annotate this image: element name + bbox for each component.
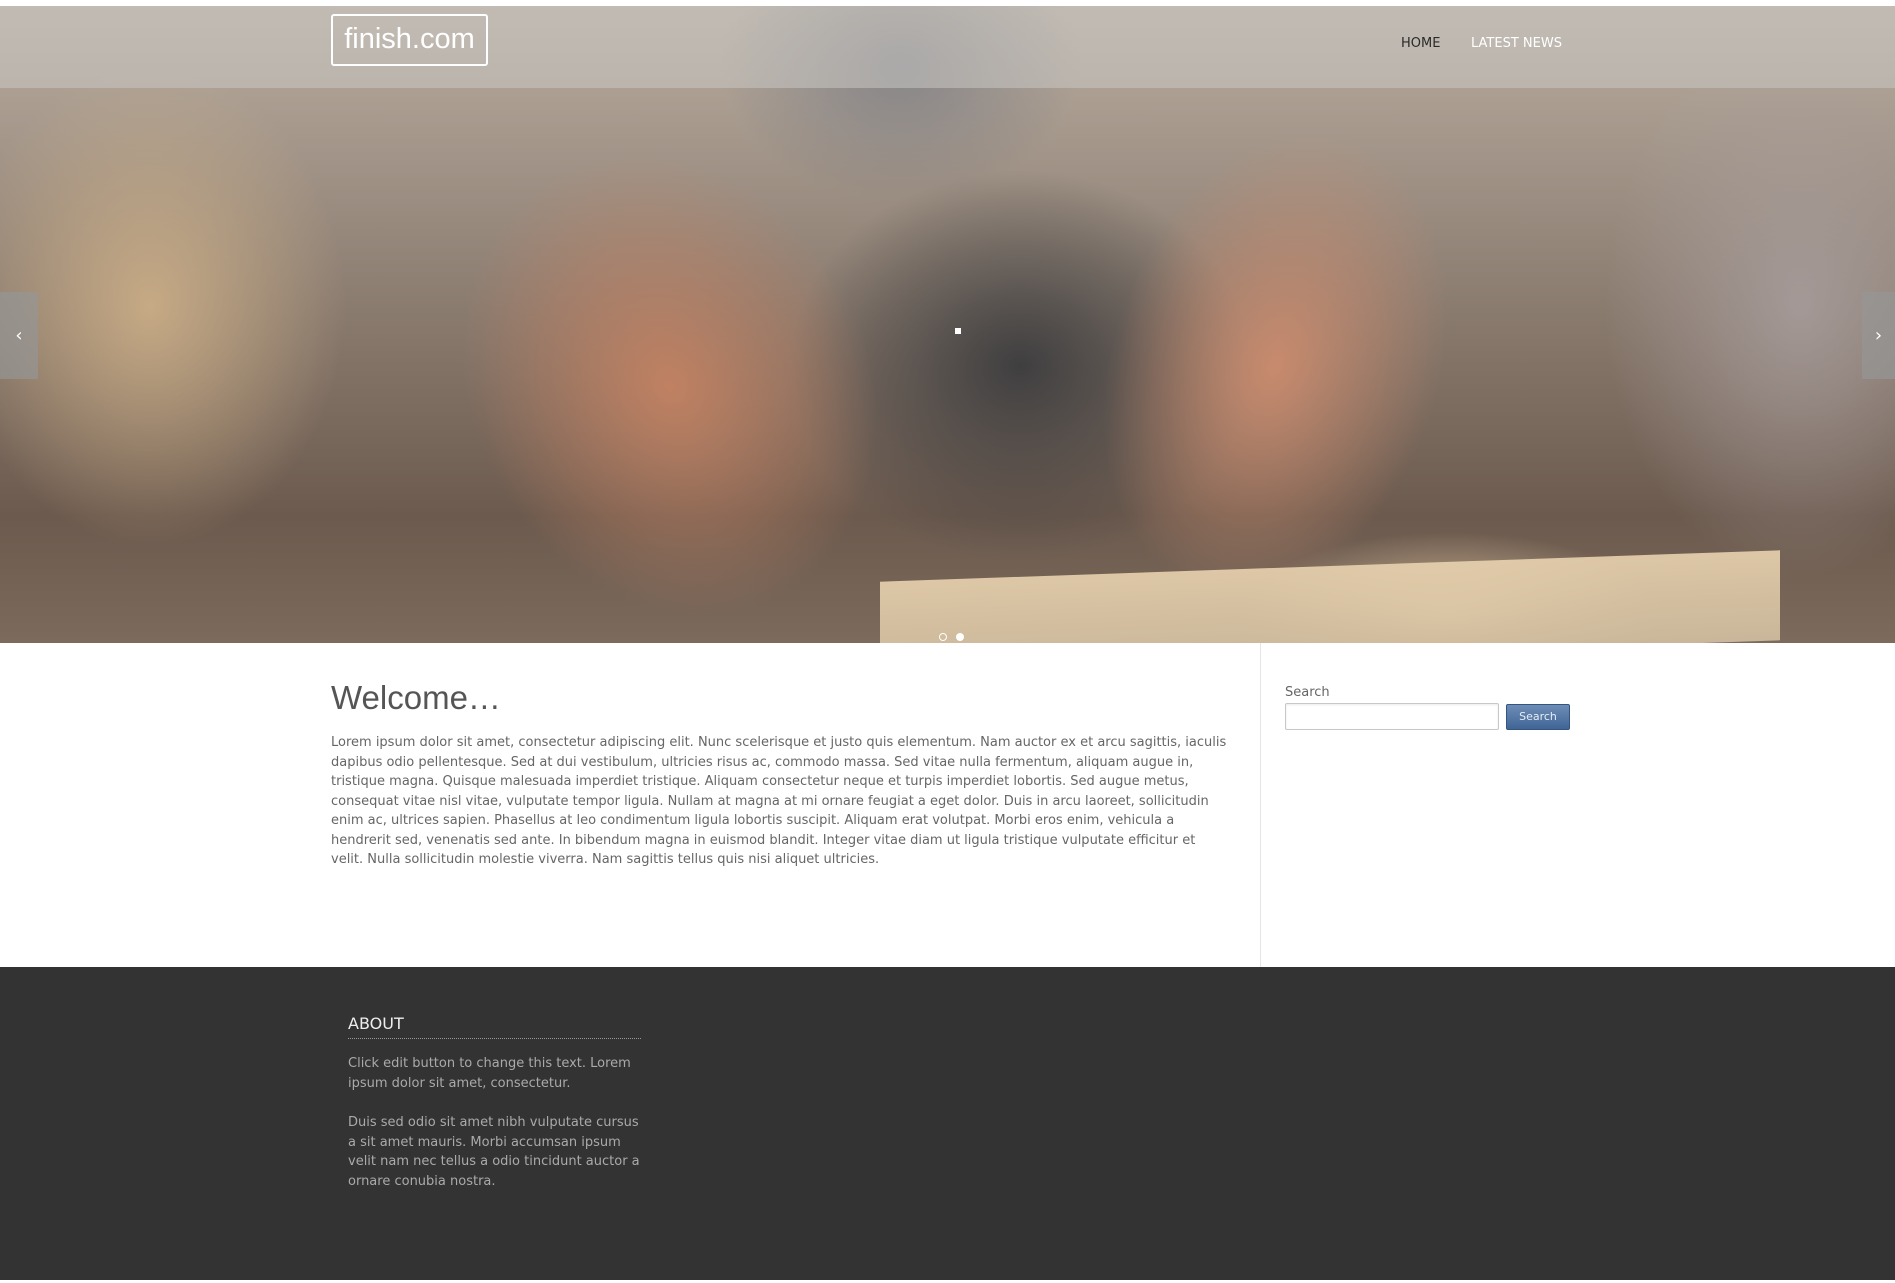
footer-about-text-2: Duis sed odio sit amet nibh vulputate cu… [348,1115,640,1189]
footer-about-title: ABOUT [348,1014,404,1033]
welcome-body-text: Lorem ipsum dolor sit amet, consectetur … [331,735,1227,867]
site-footer [0,967,1895,1280]
site-header: finish.com HOME LATEST NEWS [0,6,1895,88]
hero-photo-left-hand [380,80,960,643]
hero-photo-right-hand [1043,86,1507,643]
footer-about-text-1: Click edit button to change this text. L… [348,1056,631,1091]
footer-about-divider [348,1038,641,1039]
slider-pagination [939,626,968,643]
page-title: Welcome… [331,679,501,716]
search-button[interactable]: Search [1506,704,1570,730]
nav-latest-news[interactable]: LATEST NEWS [1471,36,1562,51]
search-label: Search [1285,685,1330,700]
slider-prev-button[interactable]: ‹ [0,292,38,379]
site-logo[interactable]: finish.com [331,14,488,66]
sidebar-divider [1260,643,1261,967]
slide-marker [955,328,961,334]
slide-dot-2[interactable] [956,633,965,641]
hero-slider: finish.com HOME LATEST NEWS ‹ › [0,6,1895,643]
search-input[interactable] [1285,703,1499,730]
slider-next-button[interactable]: › [1862,292,1895,379]
nav-home[interactable]: HOME [1401,36,1440,51]
chevron-left-icon: ‹ [15,325,23,346]
chevron-right-icon: › [1874,325,1883,346]
slide-dot-1[interactable] [939,633,947,641]
